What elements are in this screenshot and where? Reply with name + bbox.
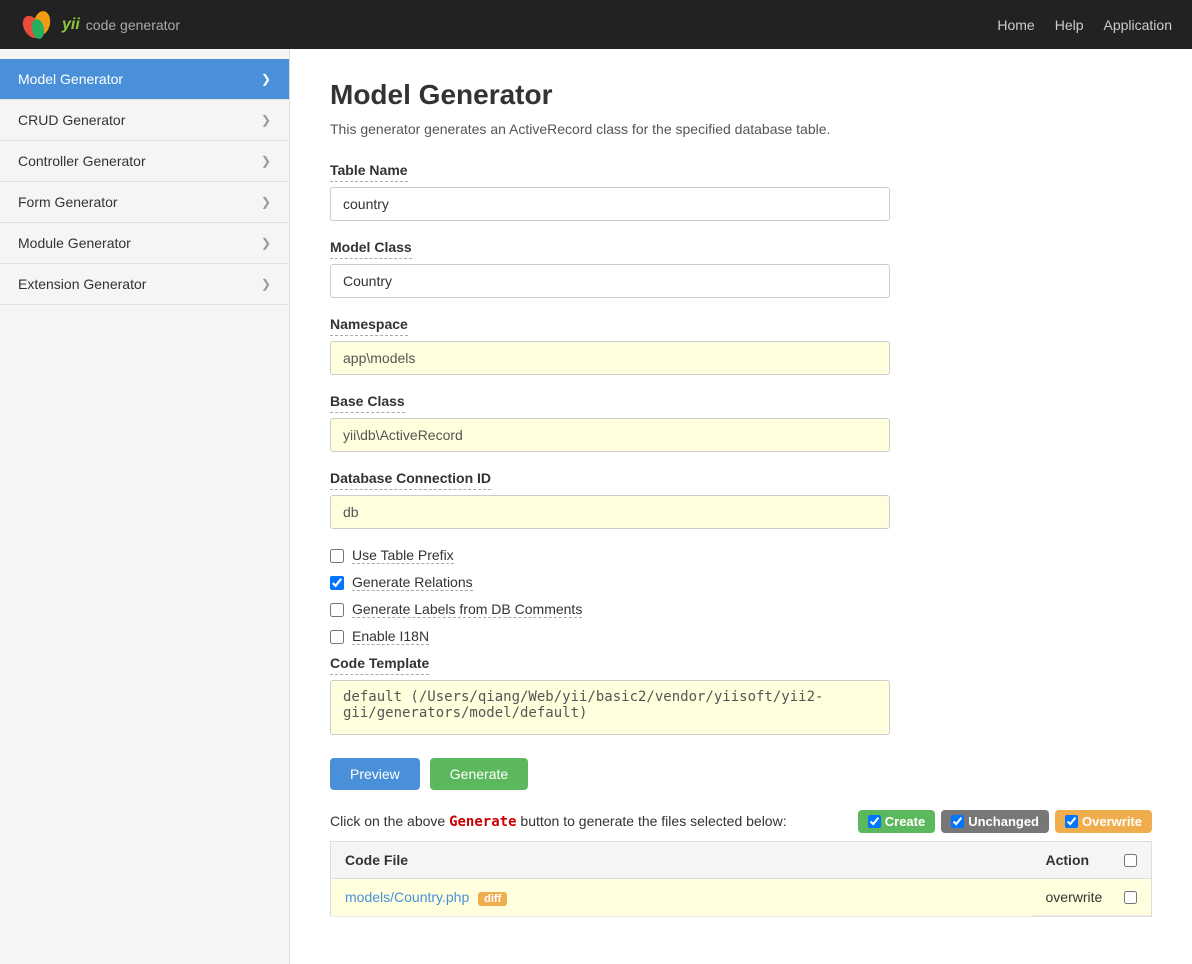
nav-help-link[interactable]: Help — [1055, 17, 1084, 33]
generate-relations-group: Generate Relations — [330, 574, 1152, 591]
code-template-input[interactable]: default (/Users/qiang/Web/yii/basic2/ven… — [330, 680, 890, 735]
badge-overwrite-checkbox[interactable] — [1065, 815, 1078, 828]
page-title: Model Generator — [330, 79, 1152, 111]
generate-info-after: button to generate the files selected be… — [520, 813, 786, 829]
use-table-prefix-group: Use Table Prefix — [330, 547, 1152, 564]
preview-button[interactable]: Preview — [330, 758, 420, 790]
generate-relations-label: Generate Relations — [352, 574, 473, 591]
code-generator-text: code generator — [86, 17, 180, 33]
files-table: Code File Action models/Country.php diff… — [330, 841, 1152, 917]
select-all-checkbox[interactable] — [1124, 854, 1137, 867]
chevron-right-icon: ❯ — [261, 195, 271, 209]
enable-i18n-label: Enable I18N — [352, 628, 429, 645]
sidebar-item-form-generator[interactable]: Form Generator ❯ — [0, 182, 289, 223]
sidebar-item-label: Module Generator — [18, 235, 131, 251]
sidebar: Model Generator ❯ CRUD Generator ❯ Contr… — [0, 49, 290, 964]
db-connection-group: Database Connection ID — [330, 470, 1152, 529]
chevron-right-icon: ❯ — [261, 113, 271, 127]
chevron-right-icon: ❯ — [261, 72, 271, 86]
action-label: overwrite — [1046, 889, 1103, 905]
generate-info-text: Click on the above Generate button to ge… — [330, 813, 787, 830]
action-cell: overwrite — [1032, 879, 1152, 916]
col-action: Action — [1032, 842, 1152, 879]
base-class-group: Base Class — [330, 393, 1152, 452]
namespace-input[interactable] — [330, 341, 890, 375]
use-table-prefix-checkbox[interactable] — [330, 549, 344, 563]
table-row: models/Country.php diff overwrite — [331, 879, 1152, 917]
use-table-prefix-label: Use Table Prefix — [352, 547, 454, 564]
base-class-input[interactable] — [330, 418, 890, 452]
sidebar-item-label: Extension Generator — [18, 276, 146, 292]
file-link[interactable]: models/Country.php — [345, 889, 469, 905]
yii-logo-icon — [20, 7, 56, 43]
db-connection-input[interactable] — [330, 495, 890, 529]
sidebar-item-label: Form Generator — [18, 194, 118, 210]
col-action-label: Action — [1046, 852, 1090, 868]
file-cell: models/Country.php diff — [331, 879, 1032, 917]
model-class-label: Model Class — [330, 239, 412, 259]
badge-unchanged-checkbox[interactable] — [951, 815, 964, 828]
chevron-right-icon: ❯ — [261, 277, 271, 291]
base-class-label: Base Class — [330, 393, 405, 413]
sidebar-item-extension-generator[interactable]: Extension Generator ❯ — [0, 264, 289, 305]
sidebar-item-controller-generator[interactable]: Controller Generator ❯ — [0, 141, 289, 182]
main-content: Model Generator This generator generates… — [290, 49, 1192, 964]
badge-create: Create — [858, 810, 935, 833]
page-subtitle: This generator generates an ActiveRecord… — [330, 121, 1152, 137]
sidebar-item-label: Model Generator — [18, 71, 123, 87]
enable-i18n-checkbox[interactable] — [330, 630, 344, 644]
chevron-right-icon: ❯ — [261, 236, 271, 250]
logo: yii code generator — [20, 7, 180, 43]
generate-relations-checkbox[interactable] — [330, 576, 344, 590]
generate-info-before: Click on the above — [330, 813, 445, 829]
top-nav-menu: Home Help Application — [997, 17, 1172, 33]
layout: Model Generator ❯ CRUD Generator ❯ Contr… — [0, 49, 1192, 964]
chevron-right-icon: ❯ — [261, 154, 271, 168]
table-name-label: Table Name — [330, 162, 408, 182]
generate-button[interactable]: Generate — [430, 758, 528, 790]
legend-badges: Create Unchanged Overwrite — [858, 810, 1152, 833]
sidebar-item-label: CRUD Generator — [18, 112, 125, 128]
sidebar-item-label: Controller Generator — [18, 153, 146, 169]
generate-labels-group: Generate Labels from DB Comments — [330, 601, 1152, 618]
col-code-file: Code File — [331, 842, 1032, 879]
button-row: Preview Generate — [330, 758, 1152, 790]
yii-text: yii — [62, 16, 80, 34]
sidebar-item-model-generator[interactable]: Model Generator ❯ — [0, 59, 289, 100]
enable-i18n-group: Enable I18N — [330, 628, 1152, 645]
badge-unchanged-label: Unchanged — [968, 814, 1039, 829]
model-class-input[interactable] — [330, 264, 890, 298]
badge-create-checkbox[interactable] — [868, 815, 881, 828]
row-checkbox[interactable] — [1124, 891, 1137, 904]
badge-create-label: Create — [885, 814, 925, 829]
generate-info: Click on the above Generate button to ge… — [330, 810, 1152, 833]
model-class-group: Model Class — [330, 239, 1152, 298]
table-name-input[interactable] — [330, 187, 890, 221]
sidebar-item-crud-generator[interactable]: CRUD Generator ❯ — [0, 100, 289, 141]
nav-application-link[interactable]: Application — [1104, 17, 1173, 33]
diff-badge[interactable]: diff — [478, 892, 507, 906]
badge-overwrite-label: Overwrite — [1082, 814, 1142, 829]
db-connection-label: Database Connection ID — [330, 470, 491, 490]
badge-unchanged: Unchanged — [941, 810, 1049, 833]
top-nav: yii code generator Home Help Application — [0, 0, 1192, 49]
table-name-group: Table Name — [330, 162, 1152, 221]
code-template-group: Code Template default (/Users/qiang/Web/… — [330, 655, 1152, 738]
namespace-label: Namespace — [330, 316, 408, 336]
code-template-label: Code Template — [330, 655, 429, 675]
badge-overwrite: Overwrite — [1055, 810, 1152, 833]
nav-home-link[interactable]: Home — [997, 17, 1034, 33]
generate-labels-checkbox[interactable] — [330, 603, 344, 617]
generate-labels-label: Generate Labels from DB Comments — [352, 601, 582, 618]
sidebar-item-module-generator[interactable]: Module Generator ❯ — [0, 223, 289, 264]
namespace-group: Namespace — [330, 316, 1152, 375]
generate-keyword: Generate — [449, 814, 516, 830]
